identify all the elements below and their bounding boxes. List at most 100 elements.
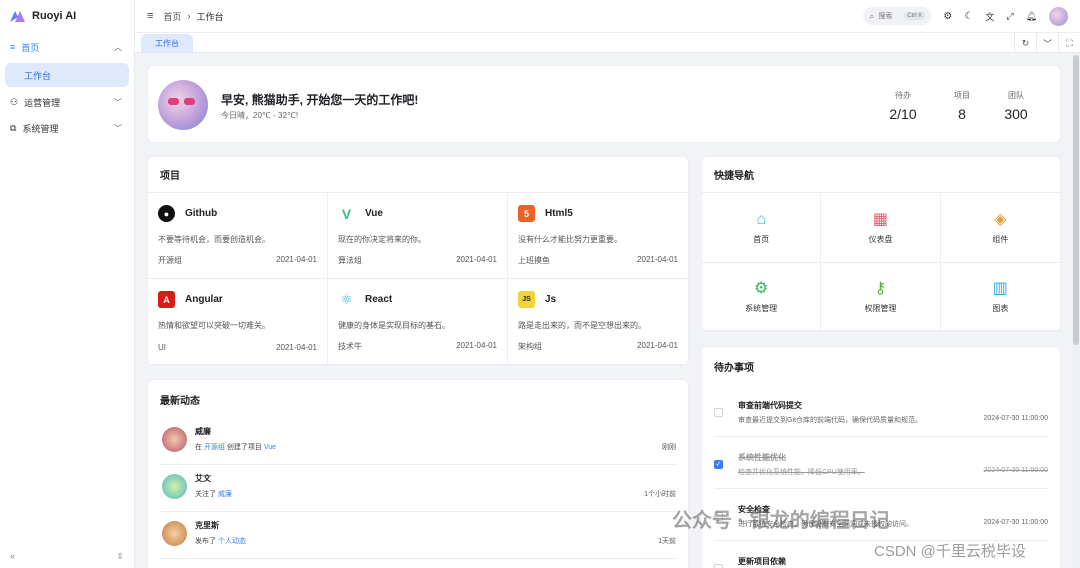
project-name: React xyxy=(365,294,393,305)
scrollbar-thumb[interactable] xyxy=(1073,55,1079,345)
welcome-title: 早安, 熊猫助手, 开始您一天的工作吧! xyxy=(221,93,419,107)
todo-title: 更新项目依赖 xyxy=(738,557,786,566)
project-footer: 开源组 2021-04-01 xyxy=(158,255,317,266)
logo[interactable]: Ruoyi AI xyxy=(0,0,134,32)
project-item[interactable]: A Angular 热情和欲望可以突破一切难关。 UI 2021-04-01 xyxy=(148,279,328,365)
sidebar-item-system[interactable]: ⧉ 系统管理 ﹀ xyxy=(0,115,134,141)
chevron-up-icon: ︿ xyxy=(114,42,122,52)
maximize-icon[interactable]: ⛶ xyxy=(1058,33,1080,53)
news-link[interactable]: 开源组 xyxy=(204,444,225,451)
logo-icon xyxy=(10,11,25,22)
project-name: Github xyxy=(185,208,218,219)
project-item[interactable]: JS Js 路是走出来的，而不是空想出来的。 架构组 2021-04-01 xyxy=(508,279,688,365)
project-item[interactable]: V Vue 现在的你决定将来的你。 算法组 2021-04-01 xyxy=(328,193,508,279)
quick-nav-item[interactable]: ▦ 仪表盘 xyxy=(821,193,941,263)
menu-toggle-icon[interactable]: ≡ xyxy=(147,10,153,22)
project-date: 2021-04-01 xyxy=(276,255,317,264)
refresh-icon[interactable]: ↻ xyxy=(1014,33,1036,53)
chevron-right-icon: › xyxy=(187,11,191,21)
quick-nav-item[interactable]: ▥ 图表 xyxy=(940,263,1060,331)
project-name: Angular xyxy=(185,294,223,305)
chevron-down-icon[interactable]: ﹀ xyxy=(1036,33,1058,53)
pin-icon[interactable]: ⇳ xyxy=(116,551,124,562)
sidebar-item-operations[interactable]: ⚇ 运营管理 ﹀ xyxy=(0,89,134,115)
project-group[interactable]: 技术牛 xyxy=(338,341,362,352)
stat-value: 300 xyxy=(1004,106,1028,122)
project-desc: 健康的身体是实现目标的基石。 xyxy=(338,321,450,330)
breadcrumb-item[interactable]: 首页 xyxy=(163,10,181,23)
news-link[interactable]: Vue xyxy=(264,444,276,451)
quick-nav-item[interactable]: ⌂ 首页 xyxy=(702,193,822,263)
news-prefix: 发布了 xyxy=(195,538,218,545)
avatar[interactable] xyxy=(1049,6,1068,26)
quick-nav-card: 快捷导航 ⌂ 首页 ▦ 仪表盘 ◈ 组件 ⚙ 系统管理 ⚷ 权限管理 ▥ 图表 xyxy=(701,156,1061,332)
news-time: 1个小时前 xyxy=(644,491,676,498)
welcome-card: 早安, 熊猫助手, 开始您一天的工作吧! 今日晴，20℃ - 32℃! 待办 2… xyxy=(147,65,1061,143)
todo-item: ✓ 系统性能优化 检查并优化系统性能，降低CPU使用率。 2024-07-30 11:… xyxy=(714,437,1048,489)
react-icon: ⚛ xyxy=(340,291,353,307)
project-desc: 没有什么才能比努力更重要。 xyxy=(518,235,622,244)
sidebar: Ruoyi AI ≡ 首页 ︿ 工作台 ⚇ 运营管理 ﹀ ⧉ 系统管理 ﹀ « … xyxy=(0,0,135,568)
project-footer: 技术牛 2021-04-01 xyxy=(338,341,497,352)
project-group[interactable]: 上班摸鱼 xyxy=(518,255,550,266)
sidebar-item-home[interactable]: ≡ 首页 ︿ xyxy=(0,34,134,60)
project-group[interactable]: 开源组 xyxy=(158,255,182,266)
theme-moon-icon[interactable]: ☾ xyxy=(964,11,973,22)
project-group[interactable]: UI xyxy=(158,343,166,352)
system-icon: ⧉ xyxy=(10,122,17,133)
quick-nav-item[interactable]: ◈ 组件 xyxy=(940,193,1060,263)
project-item[interactable]: ● Github 不要等待机会，而要创造机会。 开源组 2021-04-01 xyxy=(148,193,328,279)
news-user[interactable]: 艾文 xyxy=(195,473,211,484)
quick-nav-item[interactable]: ⚷ 权限管理 xyxy=(821,263,941,331)
news-link[interactable]: 个人动态 xyxy=(218,538,246,545)
project-item[interactable]: ⚛ React 健康的身体是实现目标的基石。技术牛 2021-04-01 xyxy=(328,279,508,365)
news-item: 威廉在 开源组 创建了项目 Vue 刚刚 xyxy=(160,418,676,465)
quick-nav-label: 首页 xyxy=(753,234,770,244)
bell-icon[interactable]: 🔔︎ xyxy=(1026,11,1037,22)
sidebar-item-workbench[interactable]: 工作台 xyxy=(5,63,129,87)
project-date: 2021-04-01 xyxy=(276,343,317,352)
tab-workbench[interactable]: 工作台 xyxy=(141,34,193,52)
todo-title: 审查前端代码提交 xyxy=(738,401,802,410)
settings-icon[interactable]: ⚙ xyxy=(943,11,952,22)
project-group[interactable]: 算法组 xyxy=(338,255,362,266)
todo-checkbox[interactable] xyxy=(714,408,723,417)
project-desc: 热情和欲望可以突破一切难关。 xyxy=(158,321,270,330)
avatar[interactable] xyxy=(162,474,187,499)
project-group[interactable]: 架构组 xyxy=(518,341,542,352)
translate-icon[interactable]: 文 xyxy=(985,10,994,23)
todo-checkbox[interactable] xyxy=(714,564,723,568)
avatar[interactable] xyxy=(162,521,187,546)
quick-nav-label: 图表 xyxy=(992,303,1009,313)
settings-icon: ⚙ xyxy=(753,279,769,297)
js-icon: JS xyxy=(518,291,535,308)
stat-projects: 项目 8 xyxy=(937,90,987,122)
project-name: Vue xyxy=(365,208,383,219)
quick-nav-item[interactable]: ⚙ 系统管理 xyxy=(702,263,822,331)
news-user[interactable]: 威廉 xyxy=(195,426,211,437)
search-button[interactable]: ⌕ 搜索 Ctrl K xyxy=(863,7,932,25)
project-item[interactable]: 5 Html5 没有什么才能比努力更重要。 上班摸鱼 2021-04-01 xyxy=(508,193,688,279)
todo-checkbox[interactable]: ✓ xyxy=(714,460,723,469)
key-icon: ⚷ xyxy=(874,279,887,297)
weather-text: 今日晴，20℃ - 32℃! xyxy=(221,111,299,120)
fullscreen-icon[interactable]: ⤢ xyxy=(1006,11,1013,22)
avatar[interactable] xyxy=(162,427,187,452)
header: ≡ 首页 › 工作台 ⌕ 搜索 Ctrl K ⚙ ☾ 文 ⤢ 🔔︎ xyxy=(135,0,1080,32)
stat-value: 8 xyxy=(958,106,966,122)
project-desc: 不要等待机会，而要创造机会。 xyxy=(158,235,270,244)
news-link[interactable]: 威廉 xyxy=(218,491,232,498)
quick-nav-label: 组件 xyxy=(992,234,1009,244)
project-footer: UI 2021-04-01 xyxy=(158,343,317,352)
page-scrollbar[interactable] xyxy=(1072,53,1080,568)
quick-nav-label: 系统管理 xyxy=(745,303,778,313)
dashboard-icon: ▦ xyxy=(872,210,889,228)
collapse-icon[interactable]: « xyxy=(10,551,15,562)
stat-label: 项目 xyxy=(954,91,970,100)
news-user[interactable]: 克里斯 xyxy=(195,520,219,531)
header-actions: ⌕ 搜索 Ctrl K ⚙ ☾ 文 ⤢ 🔔︎ xyxy=(863,6,1068,26)
news-text: 发布了 个人动态 xyxy=(195,536,246,546)
quick-nav-label: 权限管理 xyxy=(864,303,897,313)
project-date: 2021-04-01 xyxy=(456,255,497,264)
todo-title: 待办事项 xyxy=(714,362,754,374)
